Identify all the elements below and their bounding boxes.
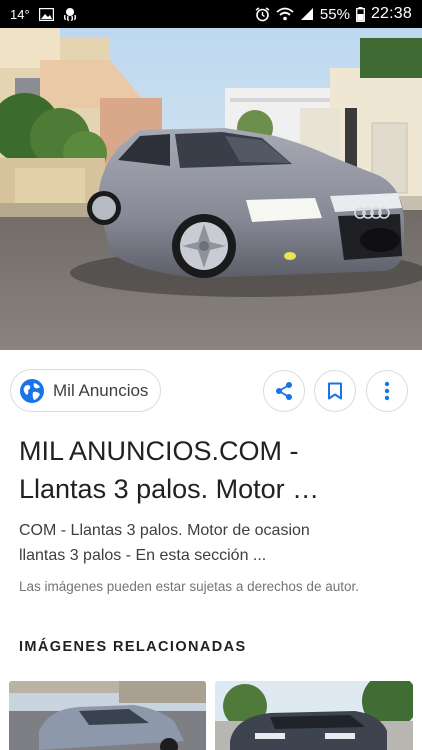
result-title-line1: MIL ANUNCIOS.COM - — [19, 436, 299, 466]
car-photo — [0, 28, 422, 350]
clock: 22:38 — [370, 5, 412, 22]
result-description-line2: llantas 3 palos - En esta sección ... — [19, 547, 267, 564]
alarm-icon — [255, 6, 270, 22]
source-label: Mil Anuncios — [53, 380, 149, 400]
copyright-notice: Las imágenes pueden estar sujetas a dere… — [19, 579, 359, 594]
share-icon — [276, 382, 292, 400]
related-images-header: IMÁGENES RELACIONADAS — [19, 639, 247, 655]
signal-icon — [300, 7, 314, 21]
related-image-2[interactable] — [215, 681, 413, 750]
share-button[interactable] — [263, 370, 305, 412]
hero-image[interactable] — [0, 28, 422, 350]
source-row: Mil Anuncios — [0, 350, 422, 432]
result-title-line2: Llantas 3 palos. Motor … — [19, 474, 320, 504]
status-left: 14° — [10, 7, 77, 22]
save-button[interactable] — [314, 370, 356, 412]
more-vert-icon — [384, 381, 390, 401]
result-description: COM - Llantas 3 palos. Motor de ocasion … — [19, 518, 414, 568]
more-options-button[interactable] — [366, 370, 408, 412]
image-icon — [38, 7, 54, 21]
result-title[interactable]: MIL ANUNCIOS.COM - Llantas 3 palos. Moto… — [19, 432, 409, 508]
wifi-icon — [276, 7, 294, 21]
octopus-icon — [63, 7, 77, 21]
battery-icon — [356, 6, 365, 22]
globe-icon — [20, 378, 44, 403]
related-image-1[interactable] — [9, 681, 206, 750]
source-chip[interactable]: Mil Anuncios — [10, 369, 162, 412]
status-bar: 14° 55% 22:38 — [0, 0, 422, 28]
temperature-label: 14° — [10, 6, 30, 22]
battery-percent: 55% — [319, 5, 350, 23]
status-right: 55% 22:38 — [255, 5, 412, 23]
bookmark-icon — [328, 382, 342, 400]
result-description-line1: COM - Llantas 3 palos. Motor de ocasion — [19, 522, 310, 539]
